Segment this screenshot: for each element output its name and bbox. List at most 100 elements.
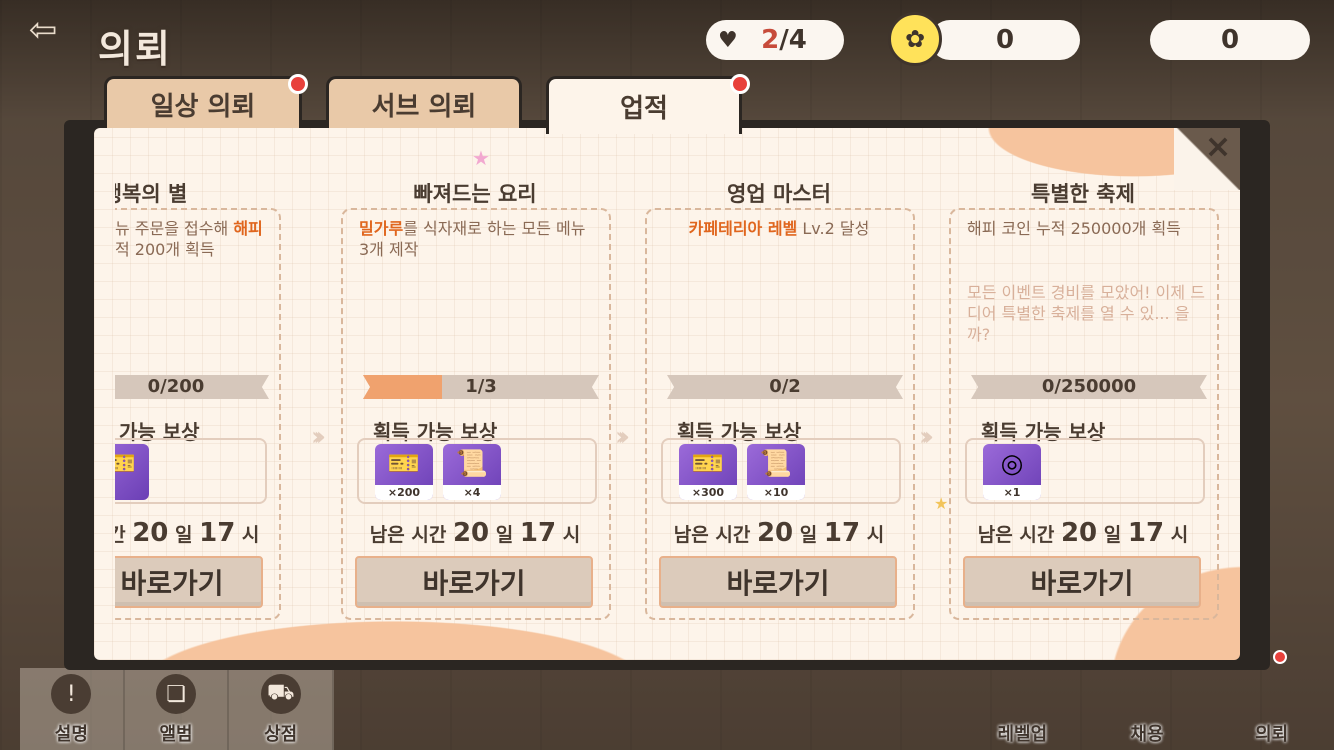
nav-shop-label: 상점 <box>264 724 298 745</box>
hours-value: 17 <box>199 518 236 548</box>
ticket-icon: 🎫 <box>115 449 137 479</box>
close-button[interactable]: × <box>1198 128 1238 168</box>
card-title: 영업 마스터 <box>727 182 831 206</box>
stamina-max: 4 <box>788 25 807 55</box>
gem-value: 0 <box>1220 25 1240 55</box>
hours-value: 17 <box>1127 518 1165 548</box>
achievement-card: 특별한 축제 해피 코인 누적 250000개 획득 모든 이벤트 경비를 모았… <box>919 170 1219 630</box>
tab-daily-requests[interactable]: 일상 의뢰 <box>104 76 302 130</box>
nav-request-label: 의뢰 <box>1255 724 1289 745</box>
recipe-scroll-icon: 📜 <box>759 449 793 479</box>
nav-help[interactable]: ! 설명 <box>20 668 125 750</box>
time-label: 남은 시간 <box>673 524 751 546</box>
time-label: 남은 시간 <box>369 524 447 546</box>
nav-hire[interactable]: 채용 <box>1085 668 1210 750</box>
desc-text: Lv.2 달성 <box>797 219 870 238</box>
progress-bar: 0/2 <box>667 375 903 399</box>
go-button[interactable]: 바로가기 <box>963 556 1201 608</box>
nav-hire-label: 채용 <box>1130 724 1164 745</box>
back-arrow-icon[interactable]: ⇦ <box>18 12 68 48</box>
progress-text: 0/2 <box>769 376 801 397</box>
hour-unit: 시 <box>1170 524 1189 546</box>
card-description: 카페테리아 레벨 Lv.2 달성 <box>663 218 895 239</box>
reward-item[interactable]: 📜 ×10 <box>747 444 805 500</box>
star-sparkle-icon: ★ <box>472 146 490 170</box>
tab-sub-requests[interactable]: 서브 의뢰 <box>326 76 522 130</box>
desc-highlight: 해피 <box>233 219 263 238</box>
hours-value: 17 <box>519 518 557 548</box>
hours-value: 17 <box>823 518 861 548</box>
card-description: 뉴 주문을 접수해 해피 적 200개 획득 <box>115 218 275 260</box>
tab-daily-label: 일상 의뢰 <box>150 92 256 122</box>
time-label: 남은 시간 <box>977 524 1055 546</box>
bottom-nav-left: ! 설명 ❏ 앨범 ⛟ 상점 <box>20 668 335 750</box>
recipe-scroll-icon: 📜 <box>455 449 489 479</box>
desc-highlight: 카페테리아 레벨 <box>688 219 798 238</box>
achievement-list[interactable]: 행복의 별 뉴 주문을 접수해 해피 적 200개 획득 0/200 가능 보상… <box>115 170 1235 630</box>
nav-shop[interactable]: ⛟ 상점 <box>229 668 335 750</box>
chevron-right-icon: ››› <box>311 422 326 452</box>
cart-icon: ⛟ <box>260 674 301 714</box>
desc-text: 뉴 주문을 접수해 <box>115 219 234 238</box>
ring-frame-icon: ◎ <box>1000 449 1024 479</box>
day-unit: 일 <box>1103 524 1122 546</box>
time-remaining: 시간 20 일 17 시 <box>115 518 281 548</box>
reward-quantity: ×4 <box>443 485 501 500</box>
page-title: 의뢰 <box>98 27 172 71</box>
nav-album-label: 앨범 <box>159 724 193 745</box>
nav-levelup-label: 레벨업 <box>997 724 1048 745</box>
tab-daily-notification-dot <box>288 74 308 94</box>
go-button[interactable]: 바로가기 <box>355 556 593 608</box>
album-icon: ❏ <box>156 674 196 714</box>
desc-highlight: 밀가루 <box>359 219 404 238</box>
achievement-card: 빠져드는 요리 밀가루를 식자재로 하는 모든 메뉴 3개 제작 1/3 ›››… <box>311 170 611 630</box>
hour-unit: 시 <box>562 524 581 546</box>
time-remaining: 남은 시간 20 일 17 시 <box>947 518 1219 548</box>
go-button[interactable]: 바로가기 <box>659 556 897 608</box>
coin-value: 0 <box>995 25 1015 55</box>
desc-text: 적 200개 획득 <box>115 240 215 259</box>
hour-unit: 시 <box>866 524 885 546</box>
nav-request[interactable]: 의뢰 <box>1209 668 1334 750</box>
progress-text: 0/200 <box>147 376 205 397</box>
progress-text: 0/250000 <box>1041 376 1137 397</box>
card-description: 해피 코인 누적 250000개 획득 <box>967 219 1181 238</box>
reward-item[interactable]: 🎫 <box>115 444 149 500</box>
reward-quantity: ×300 <box>679 485 737 500</box>
ticket-icon: 🎫 <box>691 449 725 479</box>
progress-text: 1/3 <box>465 376 497 397</box>
reward-item[interactable]: 🎫 ×300 <box>679 444 737 500</box>
nav-help-label: 설명 <box>54 724 88 745</box>
day-unit: 일 <box>495 524 514 546</box>
day-unit: 일 <box>175 524 193 546</box>
notification-dot <box>1273 650 1287 664</box>
achievement-card: 행복의 별 뉴 주문을 접수해 해피 적 200개 획득 0/200 가능 보상… <box>115 170 281 630</box>
bunny-coin-icon: ✿ <box>888 12 942 66</box>
nav-levelup[interactable]: 레벨업 <box>960 668 1085 750</box>
card-flavor-text: 모든 이벤트 경비를 모았어! 이제 드디어 특별한 축제를 열 수 있... … <box>967 283 1205 344</box>
progress-bar: 0/250000 <box>971 375 1207 399</box>
card-title: 빠져드는 요리 <box>413 182 537 206</box>
tab-achievements[interactable]: 업적 <box>546 76 742 134</box>
progress-bar: 0/200 <box>115 375 269 399</box>
chevron-right-icon: ››› <box>919 422 934 452</box>
card-description: 밀가루를 식자재로 하는 모든 메뉴 3개 제작 <box>359 218 591 260</box>
coin-counter: 0 <box>930 20 1080 60</box>
card-title: 특별한 축제 <box>1031 182 1135 206</box>
exclamation-icon: ! <box>51 674 92 714</box>
reward-item[interactable]: 🎫 ×200 <box>375 444 433 500</box>
progress-bar: 1/3 <box>363 375 599 399</box>
reward-item[interactable]: 📜 ×4 <box>443 444 501 500</box>
nav-album[interactable]: ❏ 앨범 <box>124 668 230 750</box>
reward-quantity: ×200 <box>375 485 433 500</box>
day-unit: 일 <box>799 524 818 546</box>
reward-quantity: ×10 <box>747 485 805 500</box>
go-button[interactable]: 바로가기 <box>115 556 263 608</box>
tab-achievements-label: 업적 <box>620 94 668 124</box>
bottom-nav-right: 레벨업 채용 의뢰 <box>960 668 1334 750</box>
heart-icon: ♥ <box>718 27 738 53</box>
tab-sub-label: 서브 의뢰 <box>371 92 477 122</box>
stamina-current: 2 <box>761 25 780 55</box>
days-value: 20 <box>132 518 169 548</box>
reward-item[interactable]: ◎ ×1 <box>983 444 1041 500</box>
